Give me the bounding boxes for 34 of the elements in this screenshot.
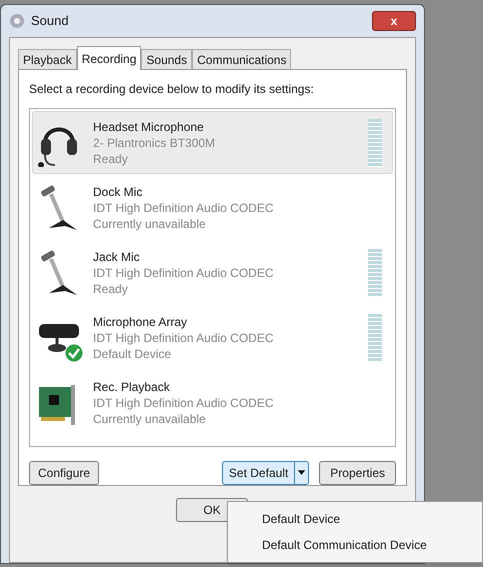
device-item[interactable]: Jack Mic IDT High Definition Audio CODEC Ready <box>32 241 393 304</box>
device-driver: IDT High Definition Audio CODEC <box>93 394 275 410</box>
device-item[interactable]: Headset Microphone 2- Plantronics BT300M Ready <box>32 111 393 174</box>
device-item[interactable]: Rec. Playback IDT High Definition Audio CODEC Currently unavailable <box>32 371 393 434</box>
tab[interactable]: Recording <box>76 46 142 70</box>
tab[interactable]: Communications <box>192 49 292 69</box>
device-name: Dock Mic <box>93 184 144 200</box>
menu-item[interactable]: Default Communication Device <box>262 532 482 558</box>
window-title: Sound <box>31 12 69 30</box>
device-item[interactable]: Dock Mic IDT High Definition Audio CODEC Currently unavailable <box>32 176 393 239</box>
set-default-button[interactable]: Set Default <box>222 461 310 485</box>
tab[interactable]: Sounds <box>141 49 192 69</box>
device-status: Ready <box>93 150 129 166</box>
device-status: Ready <box>93 280 129 296</box>
properties-button[interactable]: Properties <box>319 461 396 485</box>
device-status: Default Device <box>93 346 172 362</box>
tab[interactable]: Playback <box>18 49 77 69</box>
speaker-icon <box>9 13 25 29</box>
check-icon <box>65 344 83 362</box>
device-name: Microphone Array <box>93 314 188 330</box>
close-button[interactable]: x <box>372 11 416 31</box>
instruction-text: Select a recording device below to modify its settings: <box>29 81 315 98</box>
device-driver: IDT High Definition Audio CODEC <box>93 200 275 216</box>
configure-button[interactable]: Configure <box>29 461 100 485</box>
device-name: Rec. Playback <box>93 378 171 394</box>
device-item[interactable]: Microphone Array IDT High Definition Audio CODEC Default Device <box>32 306 393 369</box>
device-driver: 2- Plantronics BT300M <box>93 134 216 150</box>
device-driver: IDT High Definition Audio CODEC <box>93 330 275 346</box>
menu-item[interactable]: Default Device <box>262 506 482 532</box>
device-name: Jack Mic <box>93 248 141 264</box>
device-driver: IDT High Definition Audio CODEC <box>93 264 275 280</box>
device-status: Currently unavailable <box>93 216 207 232</box>
device-name: Headset Microphone <box>93 118 205 134</box>
device-status: Currently unavailable <box>93 410 207 426</box>
